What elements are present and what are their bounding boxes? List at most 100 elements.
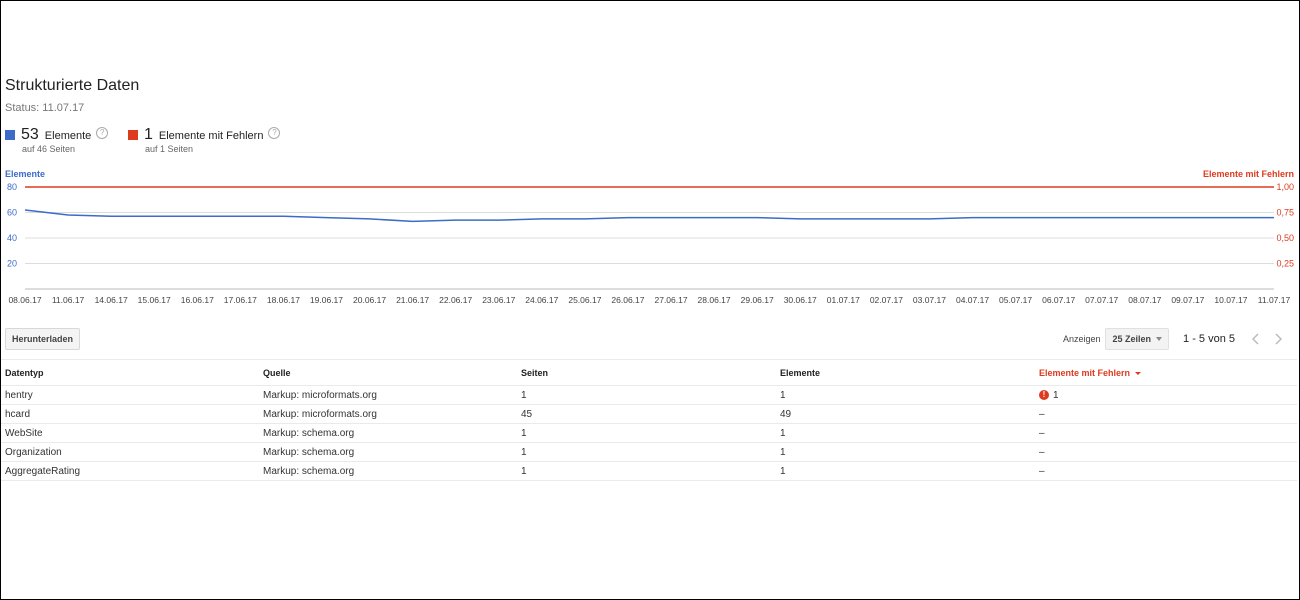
- table-row[interactable]: hcard Markup: microformats.org 45 49 –: [1, 404, 1297, 424]
- x-tick-label: 08.06.17: [8, 295, 41, 305]
- cell-datatype: hcard: [1, 404, 259, 424]
- x-tick-label: 23.06.17: [482, 295, 515, 305]
- chevron-down-icon: [1156, 337, 1163, 341]
- cell-pages: 1: [517, 423, 776, 443]
- cell-items: 49: [776, 404, 1035, 424]
- x-tick-label: 25.06.17: [568, 295, 601, 305]
- cell-pages: 1: [517, 461, 776, 481]
- x-tick-label: 22.06.17: [439, 295, 472, 305]
- cell-errors-value: 1: [1053, 389, 1059, 401]
- x-tick-label: 21.06.17: [396, 295, 429, 305]
- cell-errors: –: [1035, 442, 1297, 462]
- header-items[interactable]: Elemente: [776, 359, 1035, 386]
- next-page-button[interactable]: [1267, 329, 1289, 349]
- x-tick-label: 05.07.17: [999, 295, 1032, 305]
- table-row[interactable]: AggregateRating Markup: schema.org 1 1 –: [1, 461, 1297, 481]
- x-tick-label: 26.06.17: [611, 295, 644, 305]
- x-tick-label: 11.07.17: [1258, 295, 1291, 305]
- error-icon: !: [1039, 389, 1049, 400]
- items-count: 53: [21, 126, 39, 143]
- y-tick-label-left: 40: [7, 233, 17, 243]
- x-tick-label: 17.06.17: [224, 295, 257, 305]
- header-items-with-errors-label: Elemente mit Fehlern: [1039, 367, 1131, 378]
- cell-items: 1: [776, 385, 1035, 405]
- cell-datatype: WebSite: [1, 423, 259, 443]
- x-tick-label: 01.07.17: [827, 295, 860, 305]
- x-tick-label: 10.07.17: [1214, 295, 1247, 305]
- cell-items: 1: [776, 461, 1035, 481]
- cell-pages: 1: [517, 442, 776, 462]
- cell-datatype: Organization: [1, 442, 259, 462]
- x-tick-label: 03.07.17: [913, 295, 946, 305]
- x-tick-label: 06.07.17: [1042, 295, 1075, 305]
- cell-source: Markup: schema.org: [259, 461, 517, 481]
- table-row[interactable]: hentry Markup: microformats.org 1 1 ! 1: [1, 385, 1297, 405]
- line-chart: 80 60 40 20 1,00 0,75 0,50 0,25 08.06.17 11.06.17…: [7, 182, 1294, 305]
- x-tick-label: 18.06.17: [267, 295, 300, 305]
- x-tick-label: 08.07.17: [1128, 295, 1161, 305]
- x-tick-label: 02.07.17: [870, 295, 903, 305]
- table-row[interactable]: Organization Markup: schema.org 1 1 –: [1, 442, 1297, 462]
- summary-errors: 1 Elemente mit Fehlern ? auf 1 Seiten: [128, 126, 281, 154]
- errors-color-swatch: [128, 130, 138, 140]
- items-pages-text: auf 46 Seiten: [22, 144, 76, 154]
- x-tick-label: 20.06.17: [353, 295, 386, 305]
- header-datatype[interactable]: Datentyp: [1, 359, 259, 386]
- cell-errors: ! 1: [1035, 385, 1297, 405]
- header-items-with-errors[interactable]: Elemente mit Fehlern: [1035, 359, 1297, 386]
- cell-errors: –: [1035, 461, 1297, 481]
- header-source[interactable]: Quelle: [259, 359, 517, 386]
- y-tick-label-left: 60: [7, 208, 17, 218]
- prev-page-button[interactable]: [1245, 329, 1267, 349]
- x-tick-label: 04.07.17: [956, 295, 989, 305]
- x-tick-label: 29.06.17: [741, 295, 774, 305]
- cell-source: Markup: microformats.org: [259, 385, 517, 405]
- structured-data-table: Datentyp Quelle Seiten Elemente Elemente…: [1, 359, 1297, 481]
- chevron-left-icon: [1252, 333, 1259, 345]
- x-tick-label: 07.07.17: [1085, 295, 1118, 305]
- x-tick-label: 11.06.17: [52, 295, 85, 305]
- y-tick-label-right: 0,50: [1276, 233, 1294, 243]
- x-tick-label: 30.06.17: [784, 295, 817, 305]
- x-tick-label: 14.06.17: [95, 295, 128, 305]
- summary-items: 53 Elemente ? auf 46 Seiten: [5, 126, 109, 154]
- cell-source: Markup: schema.org: [259, 423, 517, 443]
- items-color-swatch: [5, 130, 15, 140]
- page-range: 1 - 5 von 5: [1183, 333, 1235, 345]
- sort-down-icon: [1135, 371, 1142, 375]
- cell-errors: –: [1035, 423, 1297, 443]
- errors-count: 1: [144, 126, 153, 143]
- x-tick-label: 15.06.17: [138, 295, 171, 305]
- help-circle-icon[interactable]: ?: [96, 127, 109, 139]
- x-tick-label: 24.06.17: [525, 295, 558, 305]
- show-rows-label: Anzeigen: [1062, 334, 1101, 344]
- y-tick-label-left: 80: [7, 182, 17, 192]
- status-text: Status: 11.07.17: [5, 102, 85, 114]
- cell-datatype: hentry: [1, 385, 259, 405]
- cell-items: 1: [776, 442, 1035, 462]
- header-pages[interactable]: Seiten: [517, 359, 776, 386]
- cell-source: Markup: microformats.org: [259, 404, 517, 424]
- chevron-right-icon: [1275, 333, 1282, 345]
- cell-source: Markup: schema.org: [259, 442, 517, 462]
- items-label: Elemente: [44, 130, 92, 142]
- cell-pages: 1: [517, 385, 776, 405]
- x-tick-label: 16.06.17: [181, 295, 214, 305]
- page-title: Strukturierte Daten: [5, 77, 140, 94]
- table-header-row: Datentyp Quelle Seiten Elemente Elemente…: [1, 359, 1297, 386]
- errors-pages-text: auf 1 Seiten: [145, 144, 194, 154]
- download-button[interactable]: Herunterladen: [5, 328, 81, 350]
- y-tick-label-left: 20: [7, 259, 17, 269]
- rows-per-page-select[interactable]: 25 Zeilen: [1105, 328, 1170, 350]
- x-tick-label: 28.06.17: [698, 295, 731, 305]
- errors-label: Elemente mit Fehlern: [158, 130, 264, 142]
- series-line-items: [24, 209, 1274, 223]
- cell-items: 1: [776, 423, 1035, 443]
- x-tick-label: 19.06.17: [310, 295, 343, 305]
- table-row[interactable]: WebSite Markup: schema.org 1 1 –: [1, 423, 1297, 443]
- rows-per-page-value: 25 Zeilen: [1112, 334, 1152, 344]
- cell-pages: 45: [517, 404, 776, 424]
- cell-datatype: AggregateRating: [1, 461, 259, 481]
- help-circle-icon[interactable]: ?: [268, 127, 281, 139]
- y-tick-label-right: 0,75: [1276, 208, 1294, 218]
